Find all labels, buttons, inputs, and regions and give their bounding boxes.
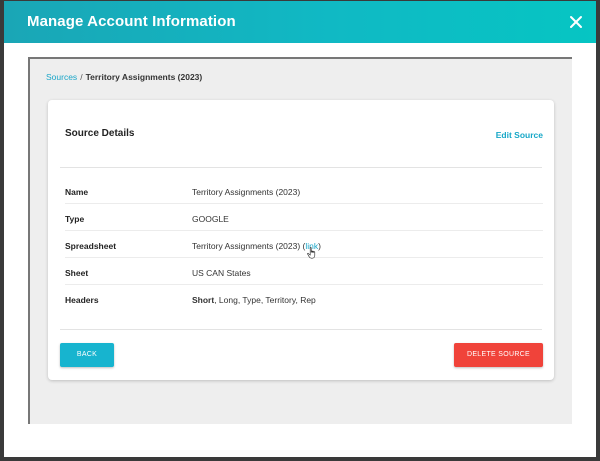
detail-label: Spreadsheet	[65, 241, 117, 251]
detail-value: US CAN States	[192, 268, 251, 278]
breadcrumb: Sources / Territory Assignments (2023)	[46, 72, 202, 82]
detail-row-type: Type GOOGLE	[65, 205, 543, 231]
modal-title: Manage Account Information	[27, 13, 236, 30]
breadcrumb-sources-link[interactable]: Sources	[46, 72, 77, 82]
detail-label: Type	[65, 214, 85, 224]
back-button[interactable]: BACK	[60, 343, 114, 367]
detail-value: GOOGLE	[192, 214, 229, 224]
header-first: Short	[192, 295, 215, 305]
breadcrumb-separator: /	[80, 72, 83, 82]
close-button[interactable]	[566, 12, 586, 32]
detail-row-sheet: Sheet US CAN States	[65, 259, 543, 285]
detail-row-spreadsheet: Spreadsheet Territory Assignments (2023)…	[65, 232, 543, 258]
hand-pointer-icon	[307, 247, 316, 259]
spreadsheet-name: Territory Assignments (2023)	[192, 241, 301, 251]
footer-divider	[60, 329, 542, 330]
detail-label: Name	[65, 187, 89, 197]
modal-header: Manage Account Information	[4, 1, 596, 43]
detail-value: Territory Assignments (2023) (link)	[192, 241, 321, 251]
link-paren-close: )	[318, 241, 321, 251]
header-divider	[60, 167, 542, 168]
close-icon	[570, 16, 582, 28]
edit-source-link[interactable]: Edit Source	[496, 130, 543, 140]
detail-value: Territory Assignments (2023)	[192, 187, 301, 197]
detail-value: Short, Long, Type, Territory, Rep	[192, 295, 316, 305]
detail-label: Sheet	[65, 268, 89, 278]
content-panel: Sources / Territory Assignments (2023) Sou…	[28, 57, 572, 424]
delete-source-button[interactable]: DELETE SOURCE	[454, 343, 543, 367]
header-rest: , Long, Type, Territory, Rep	[214, 295, 316, 305]
detail-label: Headers	[65, 295, 99, 305]
breadcrumb-current: Territory Assignments (2023)	[85, 72, 203, 82]
source-details-card: Source Details Edit Source Name Territor…	[48, 100, 554, 380]
detail-row-headers: Headers Short, Long, Type, Territory, Re…	[65, 286, 543, 312]
detail-row-name: Name Territory Assignments (2023)	[65, 178, 543, 204]
manage-account-modal: Manage Account Information Sources / Terri…	[4, 1, 596, 457]
card-title: Source Details	[65, 128, 135, 139]
